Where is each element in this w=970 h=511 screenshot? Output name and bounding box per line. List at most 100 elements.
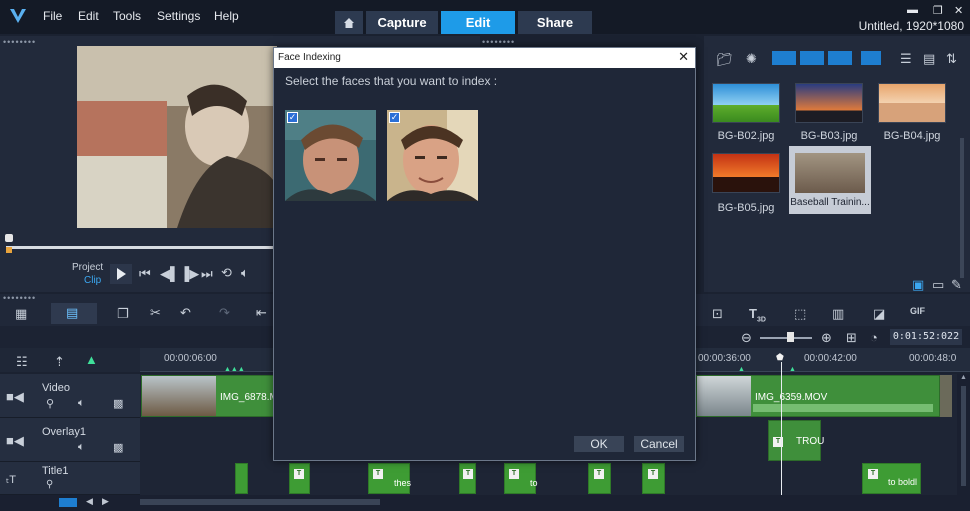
restore-icon[interactable]: ❐ — [933, 4, 943, 17]
title-clip[interactable]: T — [642, 463, 665, 494]
repeat-icon[interactable]: ⟲ — [221, 265, 232, 281]
go-to-end-icon[interactable]: ⏭ — [201, 266, 213, 282]
timeline-view-button[interactable]: ▤ — [51, 303, 97, 324]
menu-edit[interactable]: Edit — [78, 9, 99, 23]
face-thumbnail-2[interactable]: ✓ — [387, 110, 478, 201]
scrubber-handle[interactable] — [5, 234, 13, 242]
playhead-handle-icon[interactable]: ⬟ — [776, 352, 784, 363]
scrubber-track[interactable] — [6, 246, 274, 249]
next-frame-icon[interactable]: ▐▶ — [180, 266, 199, 282]
video-clip[interactable]: IMG_6359.MOV — [696, 375, 940, 417]
zoom-slider[interactable] — [760, 337, 812, 339]
motion-icon[interactable]: ◪ — [873, 306, 885, 322]
library-thumb-bg-b05[interactable] — [712, 153, 780, 193]
menu-file[interactable]: File — [43, 9, 62, 23]
fit-icon[interactable]: ⇤ — [256, 305, 267, 321]
scroll-right-icon[interactable]: ▶ — [102, 496, 109, 507]
thumbnail-view-icon[interactable]: ▤ — [923, 51, 935, 67]
timeline-grip[interactable]: •••••••• — [3, 293, 36, 303]
add-chapter-icon[interactable]: ⇡ — [54, 354, 65, 370]
link-icon[interactable]: ⚲ — [46, 479, 53, 490]
browse-icon[interactable]: ▣ — [912, 277, 924, 293]
scroll-up-icon[interactable]: ▲ — [960, 374, 967, 381]
toggle-browser-button[interactable] — [861, 51, 881, 65]
marker-icon[interactable]: ▲▲▲ — [224, 366, 245, 373]
library-thumb-bg-b04[interactable] — [878, 83, 946, 123]
zoom-slider-handle[interactable] — [787, 332, 794, 342]
scroll-left-icon[interactable]: ◀ — [86, 496, 93, 507]
auto-music-icon[interactable]: ⊡ — [712, 306, 723, 322]
panel-layout-icon[interactable]: ▭ — [932, 277, 944, 293]
library-thumb-bg-b03[interactable] — [795, 83, 863, 123]
playhead-line[interactable] — [781, 362, 782, 495]
mute-icon[interactable]: 🔈︎ — [78, 397, 85, 410]
timecode-display[interactable]: 0:01:52:022 — [890, 329, 962, 345]
timeline-hscroll-thumb[interactable] — [140, 499, 380, 505]
copy-icon[interactable]: ❐ — [117, 306, 129, 322]
subtitle-icon[interactable]: ⬚ — [794, 306, 806, 322]
title-clip[interactable]: T — [459, 463, 476, 494]
face-checkbox-1[interactable]: ✓ — [287, 112, 298, 123]
tab-share[interactable]: Share — [518, 11, 592, 34]
dialog-titlebar[interactable]: Face Indexing ✕ — [274, 48, 695, 68]
multicam-icon[interactable]: ▥ — [832, 306, 844, 322]
track-options-button[interactable] — [59, 498, 77, 507]
project-mode-label[interactable]: Project — [72, 262, 103, 273]
previous-frame-icon[interactable]: ◀▌ — [160, 266, 179, 282]
show-photos-button[interactable] — [800, 51, 824, 65]
mark-in-marker[interactable] — [6, 247, 12, 253]
library-thumb-bg-b02[interactable] — [712, 83, 780, 123]
panel-grip[interactable]: •••••••• — [3, 37, 36, 47]
face-thumbnail-1[interactable]: ✓ — [285, 110, 376, 201]
zoom-out-icon[interactable]: ⊖ — [741, 330, 752, 346]
mute-icon[interactable]: 🔈︎ — [78, 441, 85, 454]
storyboard-view-icon[interactable]: ▦ — [15, 306, 27, 322]
list-view-icon[interactable]: ☰ — [900, 51, 912, 67]
title-clip[interactable]: T — [588, 463, 611, 494]
play-button[interactable] — [110, 264, 132, 284]
add-folder-icon[interactable]: 📁︎ — [716, 52, 733, 68]
timeline-vscroll[interactable]: ▲ — [957, 374, 970, 495]
sort-icon[interactable]: ⇅ — [946, 51, 957, 67]
show-audio-button[interactable] — [828, 51, 852, 65]
tab-edit[interactable]: Edit — [441, 11, 515, 34]
overlay-clip[interactable]: T TROU — [768, 420, 824, 461]
undo-icon[interactable]: ↶ — [180, 305, 191, 321]
volume-icon[interactable]: 🔈︎ — [241, 265, 249, 281]
media-icon[interactable]: ✺ — [746, 51, 757, 67]
gif-icon[interactable]: GIF — [910, 306, 925, 316]
track-manager-icon[interactable]: ☷ — [16, 354, 28, 370]
fit-to-window-icon[interactable]: ⊞ — [846, 330, 857, 346]
zoom-in-icon[interactable]: ⊕ — [821, 330, 832, 346]
video-clip[interactable]: IMG_6878.M — [141, 375, 278, 417]
menu-settings[interactable]: Settings — [157, 9, 200, 23]
cancel-button[interactable]: Cancel — [634, 436, 684, 452]
scroll-thumb[interactable] — [961, 386, 966, 486]
library-item-selected[interactable]: Baseball Trainin... — [789, 146, 871, 214]
menu-help[interactable]: Help — [214, 9, 239, 23]
library-scrollbar[interactable] — [960, 138, 964, 278]
tab-capture[interactable]: Capture — [366, 11, 438, 34]
3d-title-icon[interactable]: T3D — [749, 306, 766, 324]
close-icon[interactable]: ✕ — [954, 4, 963, 17]
dialog-close-icon[interactable]: ✕ — [678, 49, 689, 65]
ok-button[interactable]: OK — [574, 436, 624, 452]
library-grip[interactable]: •••••••• — [482, 37, 515, 47]
title-clip[interactable]: T thes — [368, 463, 411, 494]
show-videos-button[interactable] — [772, 51, 796, 65]
title-clip[interactable]: T to — [504, 463, 538, 494]
grid-icon[interactable]: ▩ — [113, 397, 123, 410]
menu-tools[interactable]: Tools — [113, 9, 141, 23]
clip-mode-label[interactable]: Clip — [84, 275, 101, 286]
title-clip[interactable]: T — [289, 463, 310, 494]
home-button[interactable] — [335, 11, 363, 34]
face-checkbox-2[interactable]: ✓ — [389, 112, 400, 123]
edit-icon[interactable]: ✎ — [951, 277, 962, 293]
chapter-marker-icon[interactable]: ▲ — [85, 352, 98, 367]
title-clip[interactable]: T to boldl — [862, 463, 921, 494]
marker-icon[interactable]: ▲ — [738, 366, 745, 373]
grid-icon[interactable]: ▩ — [113, 441, 123, 454]
link-icon[interactable]: ⚲ — [46, 397, 54, 410]
minimize-icon[interactable]: ▬ — [907, 4, 918, 16]
redo-icon[interactable]: ↷ — [219, 305, 230, 321]
